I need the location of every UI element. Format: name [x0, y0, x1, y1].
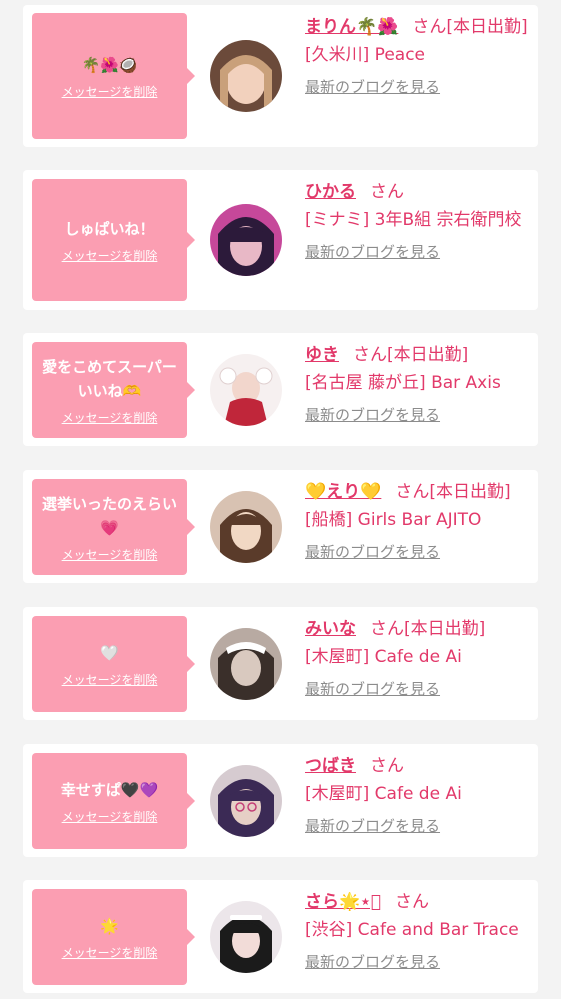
message-text: 🌴🌺🥥	[81, 55, 138, 74]
shop-text: [ミナミ] 3年B組 宗右衛門校	[305, 210, 522, 230]
avatar[interactable]	[210, 491, 282, 563]
avatar-photo	[210, 628, 282, 700]
latest-blog-link[interactable]: 最新のブログを見る	[305, 403, 532, 427]
message-card: しゅぱいね！ メッセージを削除 ひかる さん [ミナミ] 3年B組 宗右衛門校 最…	[23, 170, 538, 310]
shop-text: [渋谷] Cafe and Bar Trace	[305, 920, 519, 940]
message-text: 幸せすぱ🖤💜	[60, 780, 159, 799]
delete-message-link[interactable]: メッセージを削除	[62, 944, 158, 961]
name-line: 💛えり💛 さん[本日出勤]	[305, 478, 532, 506]
shop-text: [船橋] Girls Bar AJITO	[305, 510, 482, 530]
name-line: ゆき さん[本日出勤]	[305, 341, 532, 369]
latest-blog-link[interactable]: 最新のブログを見る	[305, 677, 532, 701]
status-text: [本日出勤]	[404, 619, 486, 639]
message-card: 選挙いったのえらい💗 メッセージを削除 💛えり💛 さん[本日出勤] [船橋] Gi…	[23, 470, 538, 583]
name-line: つばき さん	[305, 752, 532, 780]
avatar-photo	[210, 354, 282, 426]
avatar[interactable]	[210, 901, 282, 973]
user-info: さら🌟⋆͛ さん [渋谷] Cafe and Bar Trace 最新のブログを見…	[305, 888, 532, 974]
delete-message-link[interactable]: メッセージを削除	[62, 247, 158, 264]
avatar[interactable]	[210, 354, 282, 426]
message-bubble: 幸せすぱ🖤💜 メッセージを削除	[32, 753, 195, 849]
latest-blog-link[interactable]: 最新のブログを見る	[305, 950, 532, 974]
delete-message-link[interactable]: メッセージを削除	[62, 83, 158, 100]
status-text: [本日出勤]	[387, 345, 469, 365]
avatar-photo	[210, 40, 282, 112]
delete-message-link[interactable]: メッセージを削除	[62, 671, 158, 688]
san-label: さん	[370, 756, 404, 776]
message-text: しゅぱいね！	[64, 219, 155, 238]
avatar-photo	[210, 901, 282, 973]
user-info: まりん🌴🌺 さん[本日出勤] [久米川] Peace 最新のブログを見る	[305, 13, 532, 99]
user-name-link[interactable]: まりん🌴🌺	[305, 17, 398, 37]
shop-text: [名古屋 藤が丘] Bar Axis	[305, 373, 501, 393]
avatar[interactable]	[210, 40, 282, 112]
avatar[interactable]	[210, 765, 282, 837]
message-text: 愛をこめてスーパーいいね🫶	[42, 357, 177, 400]
user-info: ひかる さん [ミナミ] 3年B組 宗右衛門校 最新のブログを見る	[305, 178, 532, 264]
name-line: まりん🌴🌺 さん[本日出勤]	[305, 13, 532, 41]
user-name-link[interactable]: ひかる	[305, 182, 356, 202]
message-card: 🤍 メッセージを削除 みいな さん[本日出勤] [木屋町] Cafe de Ai …	[23, 607, 538, 720]
name-line: ひかる さん	[305, 178, 532, 206]
user-name-link[interactable]: つばき	[305, 756, 356, 776]
shop-text: [木屋町] Cafe de Ai	[305, 784, 462, 804]
name-line: みいな さん[本日出勤]	[305, 615, 532, 643]
san-label: さん	[395, 482, 430, 502]
message-card: 幸せすぱ🖤💜 メッセージを削除 つばき さん [木屋町] Cafe de Ai 最…	[23, 744, 538, 857]
delete-message-link[interactable]: メッセージを削除	[62, 546, 158, 563]
user-name-link[interactable]: 💛えり💛	[305, 482, 381, 502]
message-text: 🌟	[100, 916, 119, 935]
message-bubble: 選挙いったのえらい💗 メッセージを削除	[32, 479, 195, 575]
message-text: 選挙いったのえらい💗	[41, 494, 177, 537]
delete-message-link[interactable]: メッセージを削除	[62, 409, 158, 426]
message-card: 🌟 メッセージを削除 さら🌟⋆͛ さん [渋谷] Cafe and Bar Tra…	[23, 880, 538, 993]
user-info: つばき さん [木屋町] Cafe de Ai 最新のブログを見る	[305, 752, 532, 838]
san-label: さん	[412, 17, 447, 37]
user-info: みいな さん[本日出勤] [木屋町] Cafe de Ai 最新のブログを見る	[305, 615, 532, 701]
avatar-photo	[210, 204, 282, 276]
san-label: さん	[395, 892, 430, 912]
user-info: ゆき さん[本日出勤] [名古屋 藤が丘] Bar Axis 最新のブログを見る	[305, 341, 532, 427]
latest-blog-link[interactable]: 最新のブログを見る	[305, 814, 532, 838]
status-text: [本日出勤]	[429, 482, 511, 502]
avatar[interactable]	[210, 628, 282, 700]
san-label: さん	[353, 345, 387, 365]
avatar-photo	[210, 765, 282, 837]
avatar-photo	[210, 491, 282, 563]
san-label: さん	[370, 619, 404, 639]
message-text: 🤍	[100, 643, 119, 662]
shop-text: [木屋町] Cafe de Ai	[305, 647, 462, 667]
message-card: 愛をこめてスーパーいいね🫶 メッセージを削除 ゆき さん[本日出勤] [名古屋 藤…	[23, 333, 538, 446]
avatar[interactable]	[210, 204, 282, 276]
message-bubble: 🤍 メッセージを削除	[32, 616, 195, 712]
latest-blog-link[interactable]: 最新のブログを見る	[305, 240, 532, 264]
message-bubble: 🌴🌺🥥 メッセージを削除	[32, 13, 195, 139]
user-name-link[interactable]: みいな	[305, 619, 356, 639]
latest-blog-link[interactable]: 最新のブログを見る	[305, 540, 532, 564]
message-bubble: 愛をこめてスーパーいいね🫶 メッセージを削除	[32, 342, 195, 438]
user-info: 💛えり💛 さん[本日出勤] [船橋] Girls Bar AJITO 最新のブログ…	[305, 478, 532, 564]
message-card: 🌴🌺🥥 メッセージを削除 まりん🌴🌺 さん[本日出勤] [久米川] Peace 最…	[23, 5, 538, 147]
status-text: [本日出勤]	[446, 17, 528, 37]
message-bubble: しゅぱいね！ メッセージを削除	[32, 179, 195, 301]
latest-blog-link[interactable]: 最新のブログを見る	[305, 75, 532, 99]
shop-text: [久米川] Peace	[305, 45, 425, 65]
san-label: さん	[370, 182, 404, 202]
delete-message-link[interactable]: メッセージを削除	[62, 808, 158, 825]
user-name-link[interactable]: ゆき	[305, 345, 339, 365]
message-bubble: 🌟 メッセージを削除	[32, 889, 195, 985]
user-name-link[interactable]: さら🌟⋆͛	[305, 892, 381, 912]
name-line: さら🌟⋆͛ さん	[305, 888, 532, 916]
